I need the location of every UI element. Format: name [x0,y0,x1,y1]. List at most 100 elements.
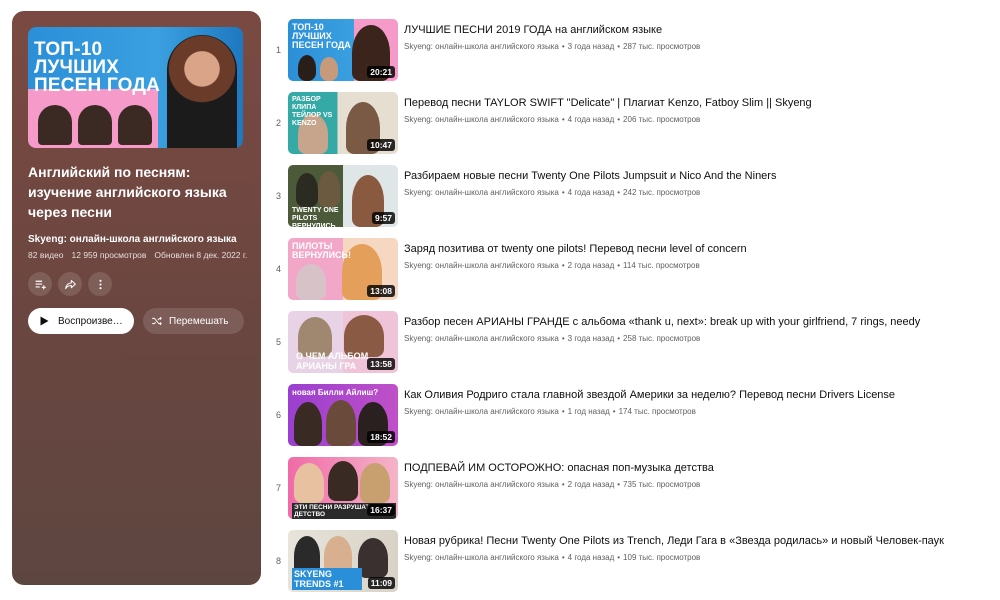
video-info: ЛУЧШИЕ ПЕСНИ 2019 ГОДА на английском язы… [404,19,700,51]
video-index: 1 [275,45,281,55]
video-duration: 9:57 [371,212,395,224]
video-channel[interactable]: Skyeng: онлайн-школа английского языка [404,480,559,489]
video-title[interactable]: ЛУЧШИЕ ПЕСНИ 2019 ГОДА на английском язы… [404,23,700,37]
playlist-video-item[interactable]: 4 ПИЛОТЫ ВЕРНУЛИСЬ! 13:08 Заряд позитива… [270,238,990,311]
more-vertical-icon [98,279,102,289]
video-info: Новая рубрика! Песни Twenty One Pilots и… [404,530,944,562]
video-views: 114 тыс. просмотров [623,261,700,270]
video-thumbnail[interactable]: РАЗБОР КЛИПА ТЕЙЛОР VS KENZO 10:47 [288,92,398,154]
video-info: Перевод песни TAYLOR SWIFT "Delicate" | … [404,92,812,124]
playlist-title: Английский по песням: изучение английско… [28,164,227,220]
video-channel[interactable]: Skyeng: онлайн-школа английского языка [404,407,559,416]
play-all-button[interactable]: Воспроизве… [28,308,134,334]
thumbnail-caption: TWENTY ONE PILOTS ВЕРНУЛИСЬ [292,207,339,227]
video-thumbnail[interactable]: TWENTY ONE PILOTS ВЕРНУЛИСЬ 9:57 [288,165,398,227]
video-title[interactable]: ПОДПЕВАЙ ИМ ОСТОРОЖНО: опасная поп-музык… [404,461,714,475]
video-duration: 20:21 [367,66,395,78]
playlist-video-item[interactable]: 8 SKYENG TRENDS #1 11:09 Новая рубрика! … [270,530,990,600]
video-duration: 10:47 [367,139,395,151]
video-thumbnail[interactable]: ПИЛОТЫ ВЕРНУЛИСЬ! 13:08 [288,238,398,300]
video-channel[interactable]: Skyeng: онлайн-школа английского языка [404,188,559,197]
video-age: 3 года назад [567,42,615,51]
shuffle-button[interactable]: Перемешать [143,308,244,334]
video-thumbnail[interactable]: ЭТИ ПЕСНИ РАЗРУШАТ ДЕТСТВО 16:37 [288,457,398,519]
cover-faces [38,105,152,145]
playlist-cover-thumbnail[interactable]: ТОП-10 ЛУЧШИХ ПЕСЕН ГОДА [28,27,243,148]
video-channel[interactable]: Skyeng: онлайн-школа английского языка [404,553,559,562]
video-age: 2 года назад [567,480,615,489]
thumbnail-caption: ТОП-10 ЛУЧШИХ ПЕСЕН ГОДА [292,22,351,50]
play-all-label: Воспроизве… [58,315,123,327]
video-views: 287 тыс. просмотров [623,42,701,51]
video-duration: 18:52 [367,431,395,443]
more-actions-button[interactable] [88,272,112,296]
video-meta: Skyeng: онлайн-школа английского языка • 3… [404,42,701,51]
video-duration: 13:58 [367,358,395,370]
shuffle-label: Перемешать [169,315,229,327]
video-thumbnail[interactable]: SKYENG TRENDS #1 11:09 [288,530,398,592]
thumbnail-caption: SKYENG TRENDS #1 [292,568,362,590]
video-index: 8 [275,556,281,566]
video-title[interactable]: Заряд позитива от twenty one pilots! Пер… [404,242,747,256]
video-channel[interactable]: Skyeng: онлайн-школа английского языка [404,261,559,270]
video-views: 735 тыс. просмотров [623,480,701,489]
video-channel[interactable]: Skyeng: онлайн-школа английского языка [404,115,559,124]
video-index: 6 [275,410,281,420]
playlist-channel-link[interactable]: Skyeng: онлайн-школа английского языка [28,234,245,245]
video-title[interactable]: Разбираем новые песни Twenty One Pilots … [404,169,776,183]
video-info: Как Оливия Родриго стала главной звездой… [404,384,895,416]
playlist-video-item[interactable]: 5 О ЧЕМ АЛЬБОМ АРИАНЫ ГРА 13:58 Разбор п… [270,311,990,384]
video-duration: 11:09 [367,577,395,589]
video-age: 2 года назад [567,261,615,270]
playlist-video-item[interactable]: 2 РАЗБОР КЛИПА ТЕЙЛОР VS KENZO 10:47 Пер… [270,92,990,165]
video-meta: Skyeng: онлайн-школа английского языка • 3… [404,334,701,343]
video-views: 242 тыс. просмотров [623,188,701,197]
video-thumbnail[interactable]: О ЧЕМ АЛЬБОМ АРИАНЫ ГРА 13:58 [288,311,398,373]
video-meta: Skyeng: онлайн-школа английского языка • 4… [404,188,701,197]
cover-title-text: ТОП-10 ЛУЧШИХ ПЕСЕН ГОДА [34,39,161,96]
video-views: 174 тыс. просмотров [618,407,696,416]
playlist-video-item[interactable]: 3 TWENTY ONE PILOTS ВЕРНУЛИСЬ 9:57 Разби… [270,165,990,238]
cover-host-figure [167,35,237,148]
video-age: 4 года назад [567,115,615,124]
video-age: 4 года назад [567,553,615,562]
video-views: 206 тыс. просмотров [623,115,701,124]
video-info: Разбор песен АРИАНЫ ГРАНДЕ с альбома «th… [404,311,920,343]
video-meta: Skyeng: онлайн-школа английского языка • 2… [404,261,700,270]
playlist-video-count: 82 видео [28,250,64,260]
shuffle-icon [152,316,162,326]
video-meta: Skyeng: онлайн-школа английского языка • 4… [404,115,701,124]
video-title[interactable]: Перевод песни TAYLOR SWIFT "Delicate" | … [404,96,812,110]
playlist-video-item[interactable]: 7 ЭТИ ПЕСНИ РАЗРУШАТ ДЕТСТВО 16:37 ПОДПЕ… [270,457,990,530]
play-icon [40,316,49,326]
video-index: 5 [275,337,281,347]
video-title[interactable]: Новая рубрика! Песни Twenty One Pilots и… [404,534,944,548]
video-duration: 13:08 [367,285,395,297]
video-title[interactable]: Как Оливия Родриго стала главной звездой… [404,388,895,402]
save-playlist-button[interactable] [28,272,52,296]
video-views: 258 тыс. просмотров [623,334,701,343]
video-title[interactable]: Разбор песен АРИАНЫ ГРАНДЕ с альбома «th… [404,315,920,329]
playlist-video-item[interactable]: 6 новая Билли Айлиш? 18:52 Как Оливия Ро… [270,384,990,457]
video-meta: Skyeng: онлайн-школа английского языка • 4… [404,553,701,562]
playlist-views: 12 959 просмотров [71,250,147,260]
video-thumbnail[interactable]: ТОП-10 ЛУЧШИХ ПЕСЕН ГОДА 20:21 [288,19,398,81]
video-channel[interactable]: Skyeng: онлайн-школа английского языка [404,42,559,51]
playlist-actions [28,272,245,296]
video-index: 7 [275,483,281,493]
video-index: 2 [275,118,281,128]
video-channel[interactable]: Skyeng: онлайн-школа английского языка [404,334,559,343]
video-age: 4 года назад [567,188,615,197]
playlist-header-panel: ТОП-10 ЛУЧШИХ ПЕСЕН ГОДА Английский по п… [12,11,261,585]
video-index: 4 [275,264,281,274]
video-age: 3 года назад [567,334,615,343]
share-button[interactable] [58,272,82,296]
playlist-updated: Обновлен 8 дек. 2022 г. [154,250,248,260]
playlist-add-icon [35,280,46,289]
video-thumbnail[interactable]: новая Билли Айлиш? 18:52 [288,384,398,446]
video-duration: 16:37 [367,504,395,516]
playlist-video-item[interactable]: 1 ТОП-10 ЛУЧШИХ ПЕСЕН ГОДА 20:21 ЛУЧШИЕ … [270,19,990,92]
thumbnail-caption: ПИЛОТЫ ВЕРНУЛИСЬ! [292,241,352,260]
share-icon [64,279,76,289]
playlist-video-list: 1 ТОП-10 ЛУЧШИХ ПЕСЕН ГОДА 20:21 ЛУЧШИЕ … [270,19,990,600]
